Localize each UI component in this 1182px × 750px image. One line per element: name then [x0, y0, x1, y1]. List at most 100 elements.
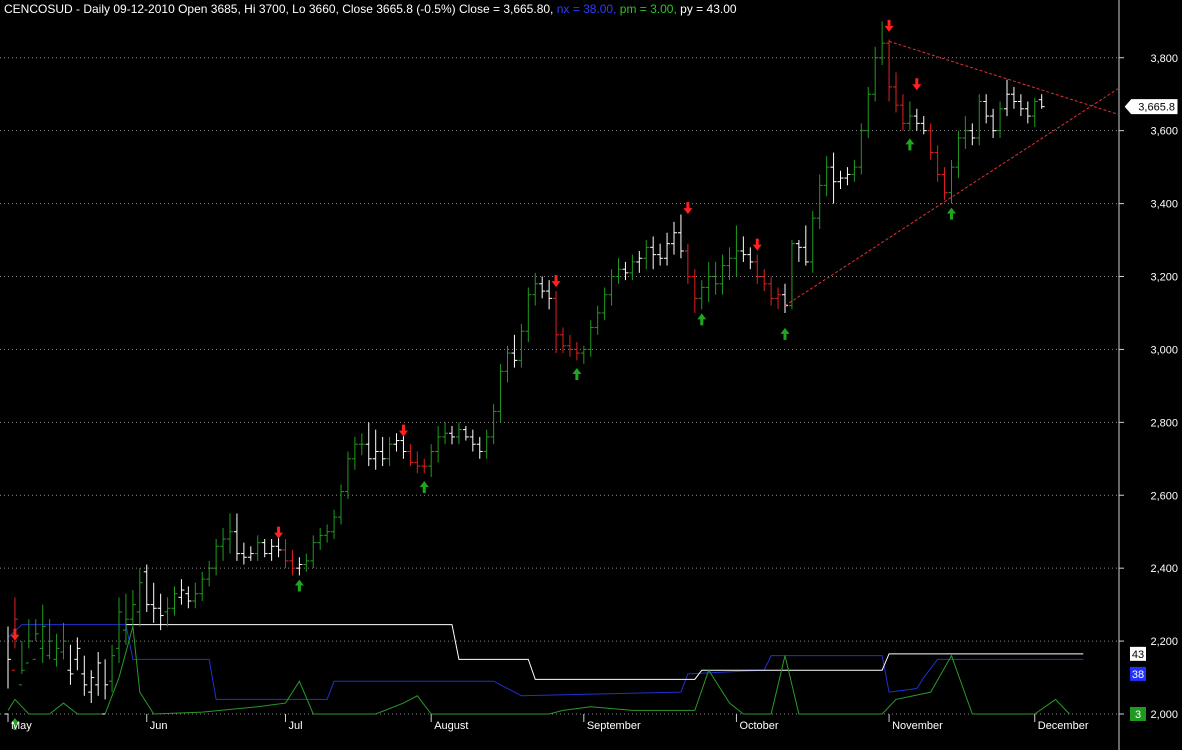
price-bar — [116, 597, 122, 663]
price-bar — [5, 626, 11, 715]
price-bar — [990, 108, 997, 138]
price-bar — [351, 436, 358, 470]
price-bar — [782, 283, 788, 313]
price-bar — [67, 644, 74, 685]
price-bar — [81, 655, 88, 696]
x-tick-label: November — [892, 720, 943, 732]
price-bar — [185, 586, 192, 609]
trendline — [888, 40, 1119, 115]
price-bar — [1031, 97, 1038, 128]
y-tick-label: 2,400 — [1150, 563, 1178, 575]
price-bar — [525, 287, 532, 343]
price-bar — [178, 579, 185, 605]
price-bar — [220, 528, 227, 561]
indicator-lines — [7, 624, 1084, 715]
price-bar — [164, 597, 171, 627]
buy-arrow — [419, 481, 429, 494]
price-bar — [712, 261, 719, 295]
price-bar — [53, 633, 60, 667]
price-bar — [150, 582, 157, 623]
price-bar — [372, 429, 379, 470]
y-tick-label: 2,600 — [1150, 490, 1178, 502]
price-bar — [886, 39, 893, 102]
price-bar — [32, 619, 39, 660]
y-tick-label: 3,200 — [1150, 272, 1178, 284]
price-bar — [393, 433, 400, 452]
price-bar — [227, 513, 233, 554]
price-bar — [872, 46, 879, 102]
price-bar — [95, 652, 102, 696]
x-tick-label: September — [587, 720, 641, 732]
price-bar — [657, 243, 664, 266]
price-bar — [296, 557, 303, 576]
price-bar — [594, 305, 601, 335]
price-bar — [254, 535, 261, 561]
price-bar — [962, 116, 969, 149]
price-bar — [969, 123, 976, 146]
price-bar — [261, 539, 268, 558]
price-bar — [240, 542, 247, 565]
buy-arrow — [572, 368, 582, 380]
price-bar — [102, 659, 109, 715]
price-bar — [671, 221, 677, 255]
price-bar — [455, 422, 462, 445]
price-bar — [365, 422, 372, 467]
price-bar — [462, 425, 469, 441]
price-bar — [282, 539, 289, 569]
price-bar — [18, 641, 25, 686]
y-tick-label: 2,200 — [1150, 636, 1178, 648]
price-bar — [761, 269, 768, 292]
price-bar — [913, 108, 920, 131]
price-bar — [795, 240, 802, 262]
price-bar — [837, 170, 844, 189]
price-bar — [698, 280, 705, 310]
y-tick-label: 2,800 — [1150, 417, 1178, 429]
price-bar — [719, 254, 726, 295]
price-bar — [136, 568, 143, 627]
price-bar — [573, 342, 580, 361]
price-bar — [358, 433, 365, 456]
price-bar — [788, 240, 795, 310]
price-chart[interactable]: 2,000 2,200 2,400 2,600 2,800 3,000 3,200 3,400… — [0, 0, 1182, 750]
price-bar — [726, 247, 733, 281]
price-bar — [809, 210, 816, 273]
price-bar — [684, 243, 691, 284]
price-bar — [469, 429, 476, 452]
price-bar — [997, 101, 1004, 138]
price-bar — [331, 509, 338, 539]
price-bar — [601, 287, 608, 321]
price-bar — [421, 458, 428, 474]
price-bar — [60, 622, 67, 660]
price-bar — [449, 425, 455, 445]
price-bar — [587, 320, 594, 357]
y-tick-label: 2,000 — [1150, 709, 1178, 721]
axes: 2,000 2,200 2,400 2,600 2,800 3,000 3,200 3,400… — [7, 0, 1179, 750]
price-bar — [39, 604, 46, 663]
price-bars — [5, 21, 1045, 715]
price-bar — [74, 637, 81, 671]
indicator-line-pm — [7, 626, 1070, 715]
price-bar — [483, 429, 490, 459]
price-bar — [338, 484, 344, 525]
price-bar — [386, 436, 393, 467]
price-bar — [844, 167, 851, 186]
sell-arrow — [398, 424, 408, 437]
indicator-line-py — [125, 624, 1084, 680]
signal-arrows — [10, 19, 956, 730]
price-bar — [511, 334, 518, 368]
sell-arrow — [274, 526, 284, 539]
buy-arrow — [697, 313, 707, 326]
indicator-tag-label: 38 — [1132, 669, 1144, 681]
price-bar — [1038, 94, 1045, 109]
sell-arrow — [752, 238, 762, 251]
price-bar — [268, 539, 275, 561]
indicator-line-nx — [7, 624, 1084, 700]
price-bar — [171, 586, 178, 616]
price-bar — [407, 444, 414, 467]
price-bar — [851, 159, 858, 182]
price-bar — [775, 287, 782, 310]
buy-arrow — [780, 327, 790, 340]
price-bar — [497, 364, 504, 423]
price-bar — [580, 345, 587, 364]
price-bar — [1017, 94, 1024, 117]
